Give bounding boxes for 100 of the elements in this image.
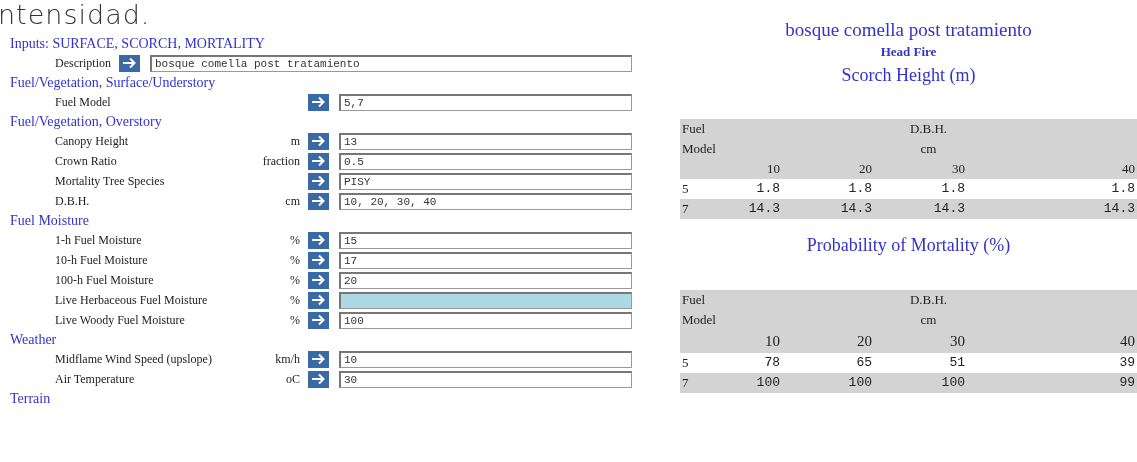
field-label: 100-h Fuel Moisture (54, 272, 155, 289)
column-header: Fuel (680, 290, 720, 310)
table-cell: 7 (680, 199, 720, 219)
section-heading: Weather (10, 331, 58, 349)
field-label: D.B.H. (54, 193, 91, 210)
field-label: Crown Ratio (54, 153, 118, 170)
table-cell: 78 (720, 352, 782, 373)
input-field[interactable] (339, 291, 632, 309)
field-label: Live Woody Fuel Moisture (54, 312, 186, 329)
arrow-icon (311, 373, 326, 385)
section-heading: Fuel Moisture (10, 212, 90, 230)
table-cell: 5 (680, 179, 720, 199)
table-cell: 14.3 (782, 199, 874, 219)
column-header: 40 (967, 159, 1137, 179)
table-cell: 1.8 (967, 179, 1137, 199)
column-header: 30 (874, 159, 967, 179)
section-heading: Fuel/Vegetation, Surface/Understory (10, 74, 217, 92)
field-label: Air Temperature (54, 371, 136, 388)
unit-label: % (289, 252, 300, 269)
arrow-button[interactable] (308, 172, 329, 190)
arrow-icon (311, 195, 326, 207)
arrow-icon (122, 57, 137, 69)
arrow-button[interactable] (308, 231, 329, 249)
column-header: 10 (720, 159, 782, 179)
column-header: 30 (874, 330, 967, 353)
input-field[interactable]: 30 (339, 370, 632, 388)
arrow-icon (311, 254, 326, 266)
arrow-icon (311, 353, 326, 365)
input-field[interactable]: 100 (339, 311, 632, 329)
column-header: cm (720, 310, 1137, 330)
report-subtitle: Head Fire (879, 43, 938, 61)
arrow-button[interactable] (308, 93, 329, 111)
unit-label: % (289, 232, 300, 249)
input-field[interactable]: 10, 20, 30, 40 (339, 192, 632, 210)
arrow-icon (311, 135, 326, 147)
input-field[interactable]: 15 (339, 231, 632, 249)
table-cell: 1.8 (874, 179, 967, 199)
table-cell: 7 (680, 372, 720, 393)
report-title: bosque comella post tratamiento (784, 18, 1033, 42)
arrow-icon (311, 96, 326, 108)
column-header: D.B.H. (720, 119, 1137, 139)
field-label: 1-h Fuel Moisture (54, 232, 143, 249)
unit-label: fraction (261, 153, 300, 170)
column-header: cm (720, 139, 1137, 159)
arrow-button[interactable] (308, 350, 329, 368)
column-header: 10 (720, 330, 782, 353)
table-cell: 5 (680, 352, 720, 373)
field-label: Canopy Height (54, 133, 129, 150)
field-label: Mortality Tree Species (54, 173, 166, 190)
table-cell: 1.8 (782, 179, 874, 199)
table-cell: 65 (782, 352, 874, 373)
arrow-button[interactable] (308, 132, 329, 150)
field-label: Description (54, 55, 111, 72)
arrow-button[interactable] (308, 251, 329, 269)
table-title: Probability of Mortality (%) (805, 234, 1012, 257)
field-label: Midflame Wind Speed (upslope) (54, 351, 213, 368)
arrow-button[interactable] (308, 271, 329, 289)
input-field[interactable]: 5,7 (339, 93, 632, 111)
arrow-icon (311, 155, 326, 167)
unit-label: % (289, 292, 300, 309)
table-cell: 1.8 (720, 179, 782, 199)
arrow-button[interactable] (308, 152, 329, 170)
table-cell: 14.3 (720, 199, 782, 219)
arrow-icon (311, 274, 326, 286)
arrow-button[interactable] (308, 291, 329, 309)
unit-label: % (289, 272, 300, 289)
input-field[interactable]: 17 (339, 251, 632, 269)
intro-text: ntensidad. (0, 0, 151, 30)
column-header: Model (680, 310, 720, 330)
arrow-button[interactable] (308, 311, 329, 329)
input-field[interactable]: PISY (339, 172, 632, 190)
arrow-icon (311, 314, 326, 326)
unit-label: oC (285, 371, 300, 388)
column-header: Model (680, 139, 720, 159)
input-field[interactable]: bosque comella post tratamiento (150, 54, 632, 72)
unit-label: cm (284, 193, 300, 210)
arrow-icon (311, 234, 326, 246)
arrow-button[interactable] (119, 54, 140, 72)
arrow-icon (311, 294, 326, 306)
field-label: Fuel Model (54, 94, 112, 111)
table-cell: 100 (782, 372, 874, 393)
arrow-button[interactable] (308, 192, 329, 210)
arrow-button[interactable] (308, 370, 329, 388)
arrow-icon (311, 175, 326, 187)
section-heading: Inputs: SURFACE, SCORCH, MORTALITY (10, 35, 266, 53)
unit-label: m (289, 133, 300, 150)
input-field[interactable]: 0.5 (339, 152, 632, 170)
column-header: 40 (967, 330, 1137, 353)
table-cell: 14.3 (874, 199, 967, 219)
table-cell: 51 (874, 352, 967, 373)
table-cell: 100 (874, 372, 967, 393)
unit-label: % (289, 312, 300, 329)
column-header: Fuel (680, 119, 720, 139)
unit-label: km/h (274, 351, 300, 368)
input-field[interactable]: 10 (339, 350, 632, 368)
input-field[interactable]: 20 (339, 271, 632, 289)
column-header: 20 (782, 159, 874, 179)
input-field[interactable]: 13 (339, 132, 632, 150)
table-cell: 100 (720, 372, 782, 393)
table-cell: 99 (967, 372, 1137, 393)
